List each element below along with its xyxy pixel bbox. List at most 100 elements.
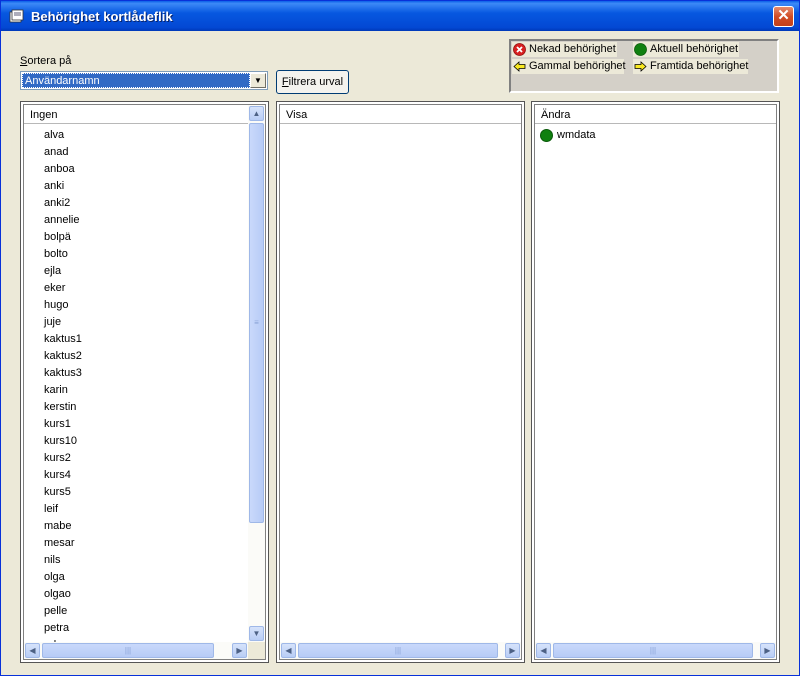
yellow-left-arrow-icon bbox=[513, 61, 526, 72]
scroll-left-icon[interactable]: ◀ bbox=[281, 643, 296, 658]
list-item-label: kaktus3 bbox=[44, 367, 82, 379]
scroll-left-icon[interactable]: ◀ bbox=[536, 643, 551, 658]
list-item-label: nils bbox=[44, 554, 61, 566]
scroll-right-icon[interactable]: ▶ bbox=[232, 643, 247, 658]
user-list-none[interactable]: alva anad anboa anki anki2 annelie bolpä bolto e… bbox=[24, 127, 265, 654]
list-item[interactable]: anboa bbox=[24, 161, 265, 178]
close-icon: ✕ bbox=[777, 7, 790, 24]
list-item[interactable]: kurs5 bbox=[24, 484, 265, 501]
close-button[interactable]: ✕ bbox=[773, 6, 794, 27]
edit-list-container[interactable]: Ändra wmdata ◀ ||| ▶ bbox=[534, 104, 777, 660]
list-item[interactable]: hugo bbox=[24, 297, 265, 314]
list-item[interactable]: kaktus1 bbox=[24, 331, 265, 348]
vertical-scrollbar[interactable]: ▲ ≡ ▼ bbox=[248, 105, 265, 642]
list-item[interactable]: pelle bbox=[24, 603, 265, 620]
list-item[interactable]: olgao bbox=[24, 586, 265, 603]
sort-label: Sortera på bbox=[20, 55, 72, 67]
card-file-icon bbox=[9, 9, 24, 23]
scroll-up-icon[interactable]: ▲ bbox=[249, 106, 264, 121]
list-item-label: anad bbox=[44, 146, 69, 158]
list-item-label: kurs4 bbox=[44, 469, 71, 481]
scroll-thumb[interactable]: ≡ bbox=[249, 123, 264, 523]
green-circle-icon bbox=[540, 129, 553, 142]
none-list-container[interactable]: Ingen alva anad anboa anki anki2 annelie bolpä… bbox=[23, 104, 266, 660]
list-item[interactable]: karin bbox=[24, 382, 265, 399]
window-title: Behörighet kortlådeflik bbox=[31, 9, 173, 24]
list-item[interactable]: kurs4 bbox=[24, 467, 265, 484]
list-item[interactable]: kaktus3 bbox=[24, 365, 265, 382]
panel-header-view[interactable]: Visa bbox=[280, 105, 521, 124]
list-item-label: mesar bbox=[44, 537, 75, 549]
list-item-label: mabe bbox=[44, 520, 72, 532]
legend-denied: Nekad behörighet bbox=[512, 42, 617, 57]
list-item-label: bolpä bbox=[44, 231, 71, 243]
list-item[interactable]: anad bbox=[24, 144, 265, 161]
list-item[interactable]: wmdata bbox=[535, 127, 776, 144]
list-item[interactable]: kurs2 bbox=[24, 450, 265, 467]
list-item[interactable]: eker bbox=[24, 280, 265, 297]
list-item[interactable]: kaktus2 bbox=[24, 348, 265, 365]
green-circle-icon bbox=[634, 43, 647, 56]
list-item[interactable]: ejla bbox=[24, 263, 265, 280]
list-item[interactable]: kerstin bbox=[24, 399, 265, 416]
scroll-right-icon[interactable]: ▶ bbox=[505, 643, 520, 658]
user-list-edit[interactable]: wmdata bbox=[535, 127, 776, 144]
list-item-label: kurs2 bbox=[44, 452, 71, 464]
view-list-container[interactable]: Visa ◀ ||| ▶ bbox=[279, 104, 522, 660]
list-item-label: olgao bbox=[44, 588, 71, 600]
list-item[interactable]: kurs10 bbox=[24, 433, 265, 450]
sort-selected-value: Användarnamn bbox=[22, 73, 250, 88]
list-item-label: bolto bbox=[44, 248, 68, 260]
horizontal-scrollbar[interactable]: ◀ ||| ▶ bbox=[24, 642, 248, 659]
filter-selection-button[interactable]: Filtrera urval bbox=[276, 70, 349, 94]
list-item-label: olga bbox=[44, 571, 65, 583]
scroll-thumb[interactable]: ||| bbox=[42, 643, 214, 658]
list-item[interactable]: juje bbox=[24, 314, 265, 331]
horizontal-scrollbar[interactable]: ◀ ||| ▶ bbox=[280, 642, 521, 659]
horizontal-scrollbar[interactable]: ◀ ||| ▶ bbox=[535, 642, 776, 659]
panel-header-edit[interactable]: Ändra bbox=[535, 105, 776, 124]
legend-future: Framtida behörighet bbox=[633, 59, 748, 74]
panel-none: Ingen alva anad anboa anki anki2 annelie bolpä… bbox=[20, 101, 269, 663]
legend-current: Aktuell behörighet bbox=[633, 42, 739, 57]
list-item[interactable]: nils bbox=[24, 552, 265, 569]
list-item[interactable]: bolto bbox=[24, 246, 265, 263]
legend-old: Gammal behörighet bbox=[512, 59, 626, 74]
list-item[interactable]: anki bbox=[24, 178, 265, 195]
scroll-thumb[interactable]: ||| bbox=[553, 643, 753, 658]
scroll-thumb[interactable]: ||| bbox=[298, 643, 498, 658]
list-item[interactable]: petra bbox=[24, 620, 265, 637]
list-item[interactable]: anki2 bbox=[24, 195, 265, 212]
list-item-label: hugo bbox=[44, 299, 69, 311]
list-item[interactable]: bolpä bbox=[24, 229, 265, 246]
panel-edit: Ändra wmdata ◀ ||| ▶ bbox=[531, 101, 780, 663]
list-item-label: petra bbox=[44, 622, 70, 634]
list-item[interactable]: olga bbox=[24, 569, 265, 586]
list-item[interactable]: mabe bbox=[24, 518, 265, 535]
red-x-circle-icon bbox=[513, 43, 526, 56]
list-item-label: kaktus2 bbox=[44, 350, 82, 362]
sort-dropdown[interactable]: Användarnamn ▼ bbox=[20, 71, 268, 90]
panel-header-none[interactable]: Ingen bbox=[24, 105, 265, 124]
list-item-label: anki2 bbox=[44, 197, 71, 209]
list-item-label: karin bbox=[44, 384, 68, 396]
scroll-down-icon[interactable]: ▼ bbox=[249, 626, 264, 641]
list-item-label: alva bbox=[44, 129, 65, 141]
list-item[interactable]: leif bbox=[24, 501, 265, 518]
list-item-label: kurs1 bbox=[44, 418, 71, 430]
list-item[interactable]: alva bbox=[24, 127, 265, 144]
list-item[interactable]: mesar bbox=[24, 535, 265, 552]
list-item[interactable]: annelie bbox=[24, 212, 265, 229]
permission-legend: Nekad behörighet Aktuell behörighet Gamm… bbox=[509, 39, 779, 93]
list-item[interactable]: kurs1 bbox=[24, 416, 265, 433]
list-item-label: pelle bbox=[44, 605, 68, 617]
chevron-down-icon[interactable]: ▼ bbox=[250, 73, 266, 88]
panel-view: Visa ◀ ||| ▶ bbox=[276, 101, 525, 663]
list-item-label: kaktus1 bbox=[44, 333, 82, 345]
scroll-corner bbox=[248, 642, 265, 659]
list-item-label: annelie bbox=[44, 214, 80, 226]
yellow-right-arrow-icon bbox=[634, 61, 647, 72]
scroll-left-icon[interactable]: ◀ bbox=[25, 643, 40, 658]
title-bar[interactable]: Behörighet kortlådeflik ✕ bbox=[1, 1, 799, 31]
scroll-right-icon[interactable]: ▶ bbox=[760, 643, 775, 658]
